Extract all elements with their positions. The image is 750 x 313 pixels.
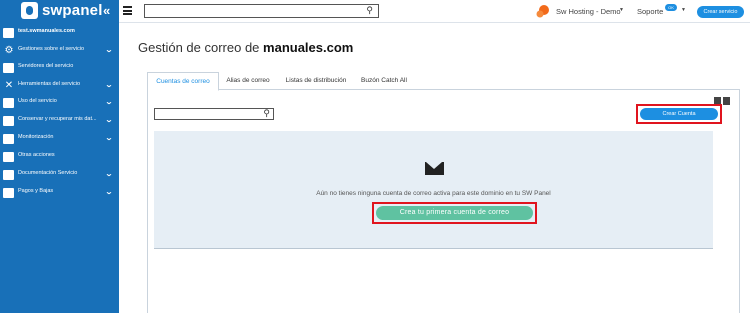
brand-name: swpanel	[42, 2, 103, 19]
sidebar-item-label: Pagos y Bajas	[18, 188, 54, 194]
tab-catch-all[interactable]: Buzón Catch All	[359, 72, 409, 90]
search-icon[interactable]: ⚲	[263, 108, 270, 119]
sidebar-item-label: Monitorización	[18, 134, 54, 140]
export-icons	[714, 92, 732, 105]
server-stack-icon	[3, 62, 15, 74]
create-service-button[interactable]: Crear servicio	[697, 6, 744, 18]
sidebar-item-pagos[interactable]: Pagos y Bajas ⌄	[0, 184, 119, 202]
menu-icon[interactable]	[123, 6, 132, 15]
create-first-account-button[interactable]: Crea tu primera cuenta de correo	[376, 206, 533, 220]
panel-border	[739, 90, 740, 313]
sidebar-item-label: Servidores del servicio	[18, 63, 74, 69]
monitor-icon	[3, 133, 15, 145]
sidebar-item-documentacion[interactable]: Documentación Servicio ⌄	[0, 166, 119, 184]
accounts-search-input[interactable]: ⚲	[154, 108, 274, 120]
document-icon	[3, 169, 15, 181]
chevron-down-icon: ⌄	[104, 47, 114, 54]
account-name[interactable]: Sw Hosting - Demo	[556, 7, 621, 16]
panel-border	[147, 90, 148, 313]
swpanel-logo-icon	[21, 2, 38, 19]
support-menu[interactable]: Soporte	[637, 7, 663, 16]
sidebar-item-domain[interactable]: test.swmanuales.com	[0, 24, 119, 42]
sidebar-item-label: Conservar y recuperar mis dat...	[18, 116, 97, 122]
sidebar-item-label: Herramientas del servicio	[18, 81, 81, 87]
sidebar-item-gestiones[interactable]: ⚙ Gestiones sobre el servicio ⌄	[0, 42, 119, 60]
chevron-down-icon: ⌄	[104, 135, 114, 142]
sidebar-item-monitorizacion[interactable]: Monitorización ⌄	[0, 130, 119, 148]
page-title-prefix: Gestión de correo de	[138, 40, 260, 55]
tools-icon: ✕	[4, 80, 14, 91]
export-pdf-icon[interactable]	[723, 97, 730, 105]
sidebar-item-label: Otras acciones	[18, 152, 55, 158]
page-title-domain: manuales.com	[263, 40, 354, 55]
logo-bar: swpanel «	[0, 0, 119, 23]
chevron-down-icon: ⌄	[104, 189, 114, 196]
backup-icon	[3, 115, 15, 127]
topbar: ⚲ Sw Hosting - Demo ▼ Soporte OK ▼ Crear…	[119, 0, 750, 23]
chevron-down-icon: ⌄	[104, 117, 114, 124]
tab-alias-correo[interactable]: Alias de correo	[223, 72, 273, 90]
sidebar-item-label: Uso del servicio	[18, 98, 57, 104]
payments-icon	[3, 187, 15, 199]
account-logo-icon	[536, 5, 549, 18]
global-search-input[interactable]: ⚲	[144, 4, 379, 18]
usage-icon	[3, 97, 15, 109]
search-icon[interactable]: ⚲	[366, 5, 373, 16]
clipboard-icon	[3, 151, 15, 163]
gears-icon: ⚙	[4, 45, 14, 56]
create-account-button[interactable]: Crear Cuenta	[640, 108, 718, 120]
sidebar-item-herramientas[interactable]: ✕ Herramientas del servicio ⌄	[0, 77, 119, 95]
chevron-down-icon: ⌄	[104, 171, 114, 178]
support-badge: OK	[665, 4, 677, 11]
account-dropdown-icon[interactable]: ▼	[619, 7, 624, 13]
server-icon	[3, 27, 15, 39]
support-dropdown-icon[interactable]: ▼	[681, 7, 686, 13]
collapse-sidebar-icon[interactable]: «	[103, 3, 110, 18]
chevron-down-icon: ⌄	[104, 99, 114, 106]
sidebar-item-label: Documentación Servicio	[18, 170, 78, 176]
sidebar-item-label: test.swmanuales.com	[18, 28, 75, 34]
sidebar-item-conservar[interactable]: Conservar y recuperar mis dat... ⌄	[0, 112, 119, 130]
page-title: Gestión de correo de manuales.com	[138, 40, 353, 55]
sidebar-item-label: Gestiones sobre el servicio	[18, 46, 85, 52]
tab-bar: Cuentas de correo Alias de correo Listas…	[147, 72, 740, 91]
chevron-down-icon: ⌄	[104, 82, 114, 89]
sidebar-item-servidores[interactable]: Servidores del servicio	[0, 59, 119, 77]
envelope-icon	[425, 162, 444, 175]
empty-state-message: Aún no tienes ninguna cuenta de correo a…	[316, 190, 551, 197]
sidebar-item-uso[interactable]: Uso del servicio ⌄	[0, 94, 119, 112]
tab-cuentas-correo[interactable]: Cuentas de correo	[147, 72, 219, 91]
sidebar: swpanel « test.swmanuales.com ⚙ Gestione…	[0, 0, 119, 313]
sidebar-item-otras[interactable]: Otras acciones	[0, 148, 119, 166]
tab-listas-distribucion[interactable]: Listas de distribución	[283, 72, 349, 90]
